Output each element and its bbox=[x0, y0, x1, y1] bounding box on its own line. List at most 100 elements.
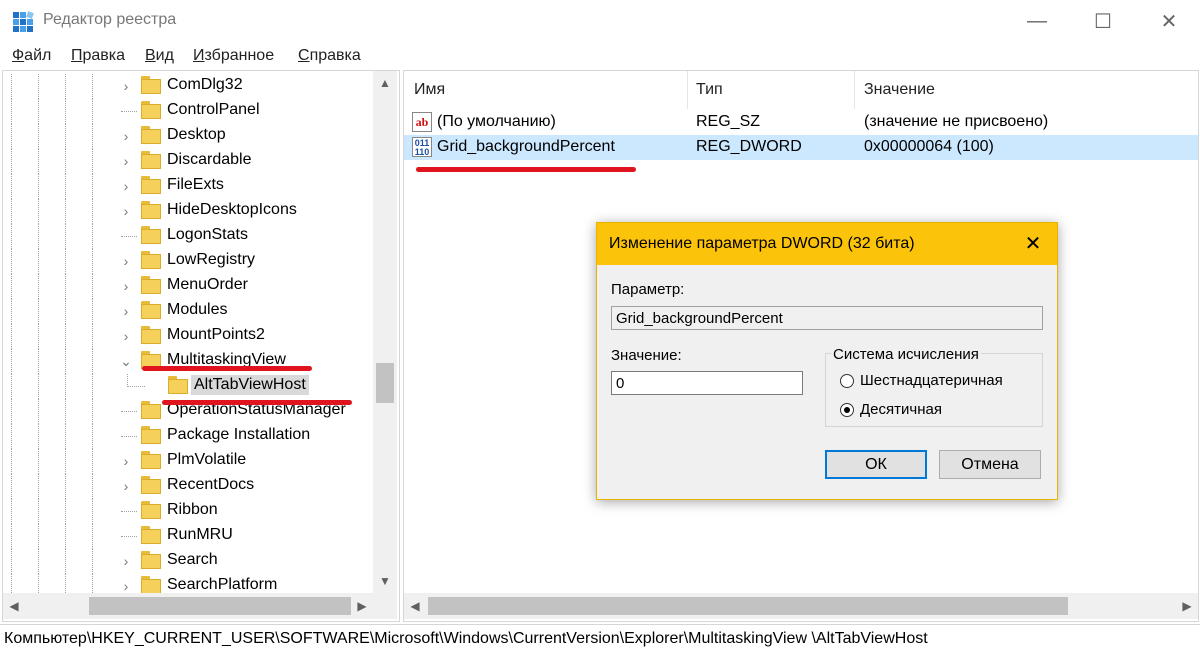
ok-button[interactable]: ОК bbox=[825, 450, 927, 479]
tree-item-label[interactable]: PlmVolatile bbox=[164, 450, 249, 470]
tree-horizontal-scrollbar[interactable]: ◀ ▶ bbox=[3, 593, 397, 619]
scroll-right-arrow-icon[interactable]: ▶ bbox=[351, 593, 373, 619]
expand-chevron-icon[interactable]: › bbox=[119, 151, 133, 171]
column-separator[interactable] bbox=[854, 71, 855, 109]
string-value-icon: ab bbox=[412, 112, 432, 132]
tree-guide-line bbox=[11, 549, 12, 574]
folder-icon bbox=[168, 376, 188, 394]
expand-chevron-icon[interactable]: › bbox=[119, 551, 133, 571]
tree-item[interactable]: › LowRegistry bbox=[3, 249, 373, 274]
expand-chevron-icon[interactable]: › bbox=[119, 176, 133, 196]
tree-item-label[interactable]: HideDesktopIcons bbox=[164, 200, 300, 220]
column-name-header[interactable]: Имя bbox=[414, 81, 445, 99]
tree-item[interactable]: › HideDesktopIcons bbox=[3, 199, 373, 224]
list-horizontal-scrollbar[interactable]: ◀ ▶ bbox=[404, 593, 1198, 619]
value-row-grid-background-percent[interactable]: 011 110 Grid_backgroundPercent REG_DWORD… bbox=[404, 135, 1198, 160]
expand-chevron-icon[interactable]: › bbox=[119, 126, 133, 146]
column-value-header[interactable]: Значение bbox=[864, 81, 935, 99]
tree-item[interactable]: AltTabViewHost bbox=[3, 374, 373, 399]
expand-chevron-icon[interactable]: › bbox=[119, 451, 133, 471]
scroll-down-arrow-icon[interactable]: ▼ bbox=[373, 569, 397, 593]
minimize-button[interactable]: — bbox=[1014, 0, 1060, 42]
decimal-radio[interactable] bbox=[840, 403, 854, 417]
tree-item[interactable]: RunMRU bbox=[3, 524, 373, 549]
tree-item-label[interactable]: AltTabViewHost bbox=[191, 375, 309, 395]
tree-item-label[interactable]: RecentDocs bbox=[164, 475, 257, 495]
tree-item[interactable]: › RecentDocs bbox=[3, 474, 373, 499]
tree-item[interactable]: Ribbon bbox=[3, 499, 373, 524]
list-header: Имя Тип Значение bbox=[404, 71, 1198, 109]
scroll-right-arrow-icon[interactable]: ▶ bbox=[1176, 593, 1198, 619]
folder-body bbox=[141, 579, 161, 594]
tree-item-label[interactable]: MenuOrder bbox=[164, 275, 251, 295]
tree-item[interactable]: › Desktop bbox=[3, 124, 373, 149]
tree-item-label[interactable]: Discardable bbox=[164, 150, 254, 170]
tree-item[interactable]: › Discardable bbox=[3, 149, 373, 174]
tree-item-label[interactable]: Package Installation bbox=[164, 425, 313, 445]
collapse-chevron-icon[interactable]: ⌄ bbox=[119, 351, 133, 371]
tree-item-label[interactable]: Modules bbox=[164, 300, 230, 320]
tree-horizontal-scroll-thumb[interactable] bbox=[89, 597, 351, 615]
menu-favorites-label: збранное bbox=[204, 47, 275, 64]
menu-view-label: ид bbox=[155, 47, 174, 64]
tree-item-label[interactable]: MountPoints2 bbox=[164, 325, 268, 345]
tree-item-label[interactable]: LogonStats bbox=[164, 225, 251, 245]
list-horizontal-scroll-thumb[interactable] bbox=[428, 597, 1068, 615]
tree-guide-line bbox=[92, 474, 93, 499]
scroll-left-arrow-icon[interactable]: ◀ bbox=[3, 593, 25, 619]
dialog-title-bar[interactable]: Изменение параметра DWORD (32 бита) ✕ bbox=[597, 223, 1057, 265]
decimal-label[interactable]: Десятичная bbox=[860, 401, 942, 418]
tree-item-label[interactable]: FileExts bbox=[164, 175, 227, 195]
tree-vertical-scrollbar[interactable]: ▲ ▼ bbox=[373, 71, 397, 593]
expand-chevron-icon[interactable]: › bbox=[119, 301, 133, 321]
tree-item-label[interactable]: Ribbon bbox=[164, 500, 221, 520]
maximize-button[interactable]: ☐ bbox=[1080, 0, 1126, 42]
tree-item-label[interactable]: ComDlg32 bbox=[164, 75, 246, 95]
value-data-input[interactable]: 0 bbox=[611, 371, 803, 395]
column-type-header[interactable]: Тип bbox=[696, 81, 723, 99]
scroll-up-arrow-icon[interactable]: ▲ bbox=[373, 71, 397, 95]
expand-chevron-icon[interactable]: › bbox=[119, 251, 133, 271]
folder-body bbox=[141, 79, 161, 94]
tree-item[interactable]: › FileExts bbox=[3, 174, 373, 199]
tree-item-label[interactable]: RunMRU bbox=[164, 525, 236, 545]
menu-view[interactable]: Вид bbox=[145, 47, 174, 65]
tree-item[interactable]: › PlmVolatile bbox=[3, 449, 373, 474]
tree-item[interactable]: › Search bbox=[3, 549, 373, 574]
tree-item-label[interactable]: LowRegistry bbox=[164, 250, 258, 270]
tree-guide-line bbox=[38, 349, 39, 374]
expand-chevron-icon[interactable]: › bbox=[119, 326, 133, 346]
key-tree-pane[interactable]: › ComDlg32 ControlPanel › Desktop › Discardabl… bbox=[2, 70, 400, 622]
tree-item-label[interactable]: Search bbox=[164, 550, 221, 570]
tree-item[interactable]: › ComDlg32 bbox=[3, 74, 373, 99]
tree-item[interactable]: › MountPoints2 bbox=[3, 324, 373, 349]
cancel-button[interactable]: Отмена bbox=[939, 450, 1041, 479]
tree-item[interactable]: › MenuOrder bbox=[3, 274, 373, 299]
expand-chevron-icon[interactable]: › bbox=[119, 276, 133, 296]
tree-item[interactable]: › Modules bbox=[3, 299, 373, 324]
tree-item[interactable]: ControlPanel bbox=[3, 99, 373, 124]
tree-connector bbox=[127, 386, 145, 387]
column-separator[interactable] bbox=[687, 71, 688, 109]
tree-item[interactable]: LogonStats bbox=[3, 224, 373, 249]
value-row-default[interactable]: ab (По умолчанию) REG_SZ (значение не пр… bbox=[404, 110, 1198, 135]
close-button[interactable]: ✕ bbox=[1146, 0, 1192, 42]
parameter-name-field[interactable]: Grid_backgroundPercent bbox=[611, 306, 1043, 330]
hexadecimal-label[interactable]: Шестнадцатеричная bbox=[860, 372, 1003, 389]
scroll-left-arrow-icon[interactable]: ◀ bbox=[404, 593, 426, 619]
menu-file[interactable]: Файл bbox=[12, 47, 51, 65]
tree-item-label[interactable]: Desktop bbox=[164, 125, 229, 145]
dialog-close-icon[interactable]: ✕ bbox=[1017, 229, 1049, 259]
menu-favorites[interactable]: Избранное bbox=[193, 47, 274, 65]
expand-chevron-icon[interactable]: › bbox=[119, 476, 133, 496]
menu-edit[interactable]: Правка bbox=[71, 47, 125, 65]
tree-guide-line bbox=[65, 249, 66, 274]
tree-item[interactable]: Package Installation bbox=[3, 424, 373, 449]
expand-chevron-icon[interactable]: › bbox=[119, 76, 133, 96]
tree-item-label[interactable]: SearchPlatform bbox=[164, 575, 280, 595]
menu-help[interactable]: Справка bbox=[298, 47, 361, 65]
hexadecimal-radio[interactable] bbox=[840, 374, 854, 388]
expand-chevron-icon[interactable]: › bbox=[119, 201, 133, 221]
tree-item-label[interactable]: ControlPanel bbox=[164, 100, 263, 120]
tree-vertical-scroll-thumb[interactable] bbox=[376, 363, 394, 403]
